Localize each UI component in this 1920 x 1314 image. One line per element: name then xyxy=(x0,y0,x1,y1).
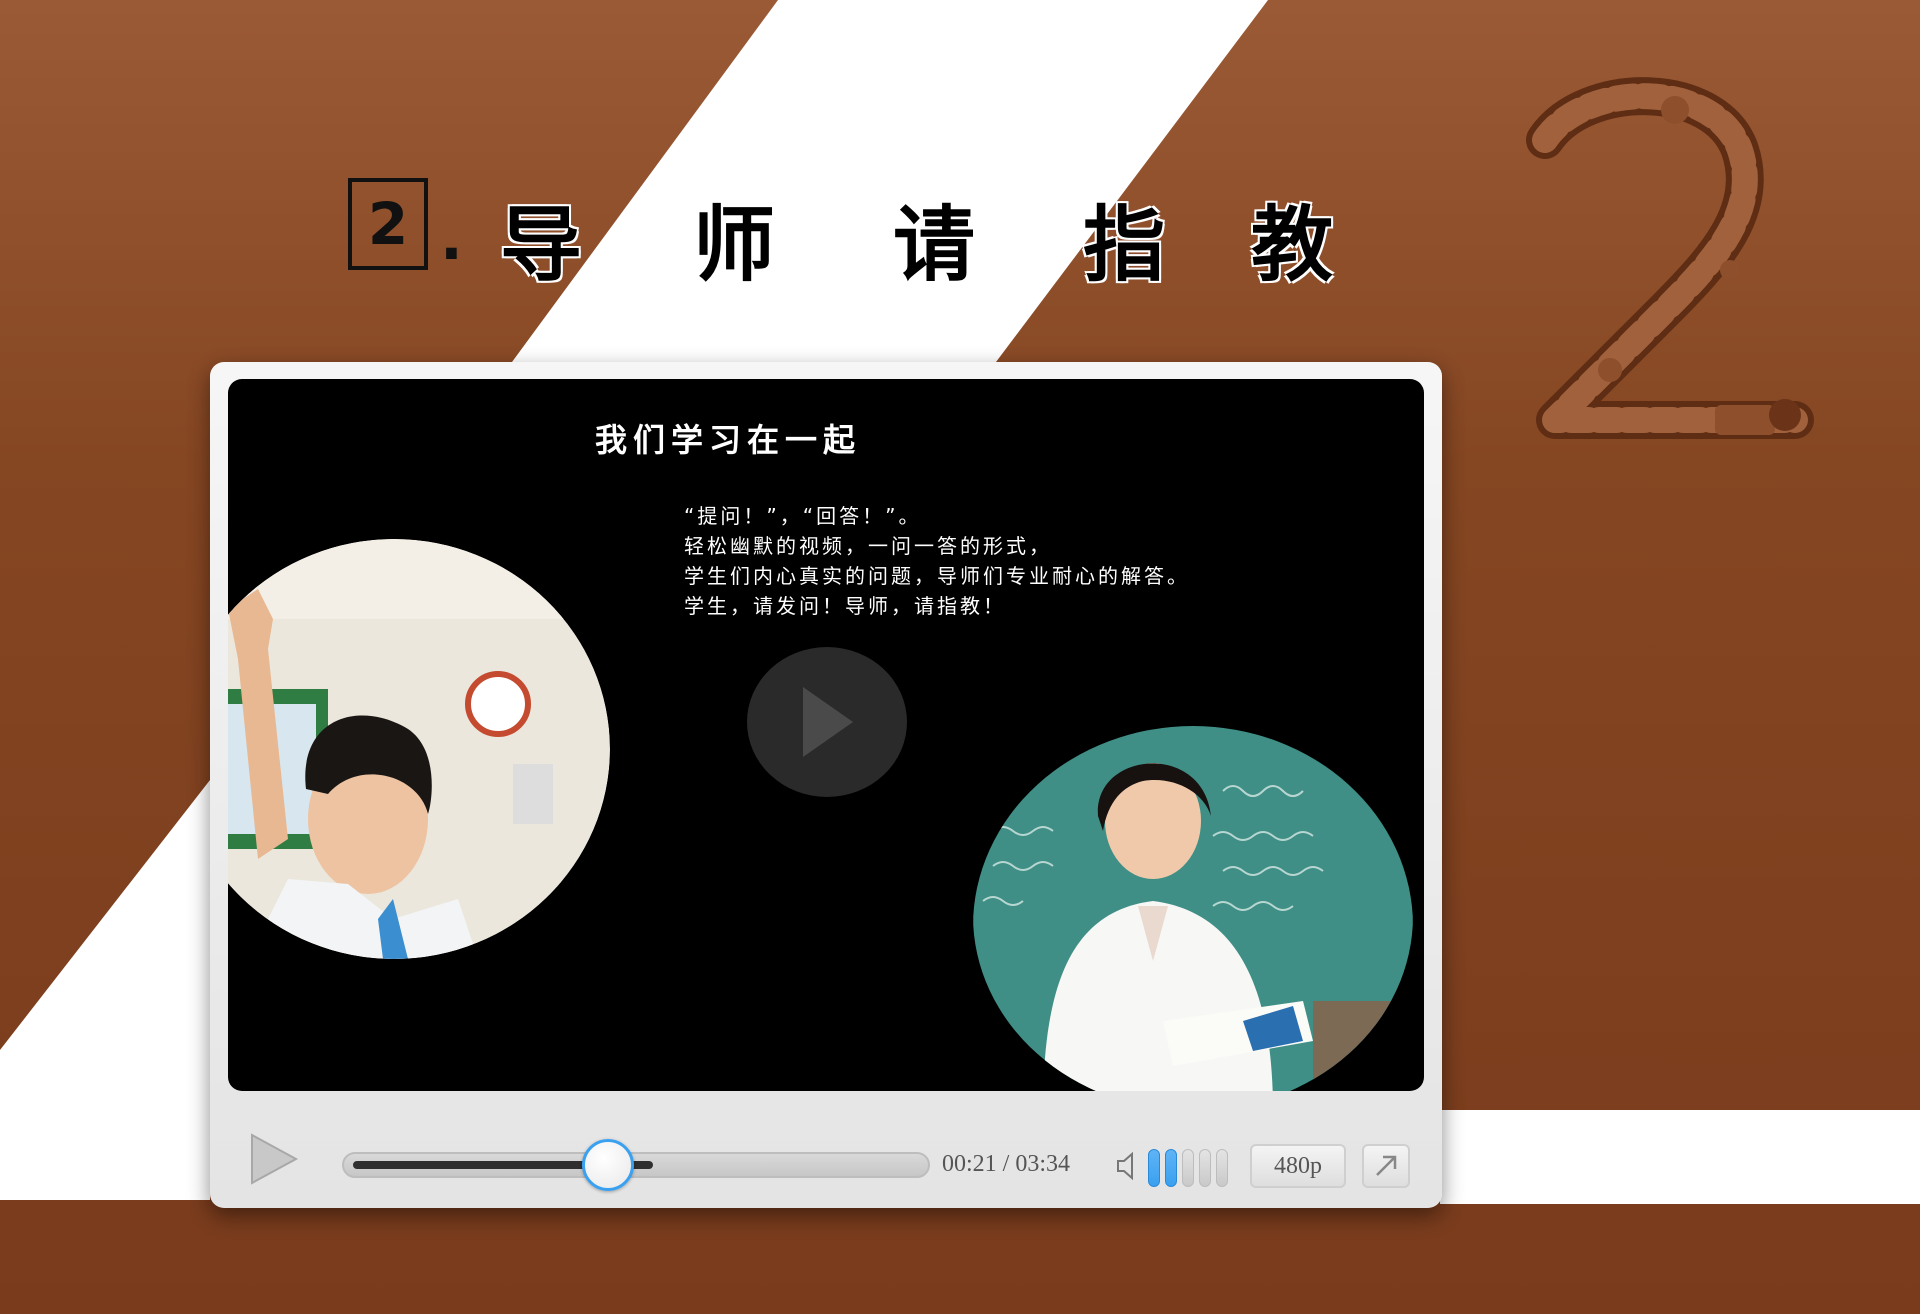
heading-dot: . xyxy=(440,204,463,274)
big-play-button[interactable] xyxy=(747,647,907,797)
expand-arrow-icon xyxy=(1376,1155,1397,1176)
heading-char-3: 请 xyxy=(893,198,976,293)
volume-bar[interactable] xyxy=(1148,1149,1160,1187)
heading-char-5: 教 xyxy=(1251,198,1334,293)
total-time: 03:34 xyxy=(1015,1151,1071,1177)
speaker-icon[interactable] xyxy=(1116,1151,1142,1181)
play-button[interactable] xyxy=(248,1131,300,1187)
video-line-3: 学生们内心真实的问题，导师们专业耐心的解答。 xyxy=(684,564,1190,588)
video-description: “提问！”，“回答！”。 轻松幽默的视频，一问一答的形式， 学生们内心真实的问题… xyxy=(684,501,1404,621)
time-display: 00:21 / 03:34 xyxy=(942,1151,1070,1178)
heading-number: 2 xyxy=(348,178,428,270)
video-screen[interactable]: 我们学习在一起 “提问！”，“回答！”。 轻松幽默的视频，一问一答的形式， 学生… xyxy=(228,379,1424,1091)
resolution-button[interactable]: 480p xyxy=(1250,1144,1346,1188)
progress-slider[interactable] xyxy=(342,1139,930,1191)
video-line-2: 轻松幽默的视频，一问一答的形式， xyxy=(684,534,1052,558)
numeral-two-collage-icon xyxy=(1526,77,1814,439)
time-separator: / xyxy=(1002,1151,1010,1177)
video-line-1: “提问！”，“回答！”。 xyxy=(684,504,922,528)
play-icon xyxy=(803,687,853,757)
volume-bar[interactable] xyxy=(1216,1149,1228,1187)
current-time: 00:21 xyxy=(942,1151,997,1177)
student-photo xyxy=(228,539,610,959)
volume-bar[interactable] xyxy=(1199,1149,1211,1187)
volume-bar[interactable] xyxy=(1182,1149,1194,1187)
video-player: 我们学习在一起 “提问！”，“回答！”。 轻松幽默的视频，一问一答的形式， 学生… xyxy=(210,362,1442,1208)
fullscreen-button[interactable] xyxy=(1362,1144,1410,1188)
heading-char-1: 导 xyxy=(500,198,583,293)
volume-bar[interactable] xyxy=(1165,1149,1177,1187)
video-line-4: 学生，请发问！导师，请指教！ xyxy=(684,594,1006,618)
heading-char-2: 师 xyxy=(693,198,776,293)
progress-knob[interactable] xyxy=(582,1139,634,1191)
teacher-photo xyxy=(973,726,1413,1091)
video-title: 我们学习在一起 xyxy=(594,421,861,459)
heading-char-4: 指 xyxy=(1083,198,1166,293)
control-bar: 00:21 / 03:34 480p xyxy=(210,1091,1442,1208)
